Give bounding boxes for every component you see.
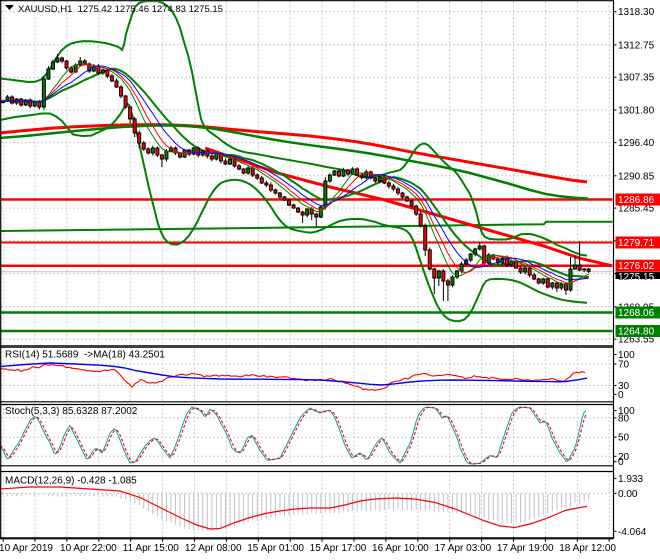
svg-text:1264.80: 1264.80: [618, 327, 655, 338]
svg-text:1268.06: 1268.06: [618, 308, 655, 319]
svg-text:1.933: 1.933: [618, 474, 643, 485]
svg-text:17 Apr 03:00: 17 Apr 03:00: [434, 543, 491, 554]
svg-text:11 Apr 15:00: 11 Apr 15:00: [123, 543, 179, 554]
svg-text:1301.80: 1301.80: [618, 106, 655, 117]
svg-text:1286.86: 1286.86: [618, 195, 655, 206]
svg-text:12 Apr 08:00: 12 Apr 08:00: [185, 543, 242, 554]
svg-text:1279.71: 1279.71: [618, 238, 655, 249]
svg-text:MACD(12,26,9) -0.428 -1.085: MACD(12,26,9) -0.428 -1.085: [5, 476, 137, 487]
svg-text:17 Apr 19:00: 17 Apr 19:00: [497, 543, 554, 554]
svg-text:1296.40: 1296.40: [618, 138, 655, 149]
svg-text:Stoch(5,3,3) 85.6328 87.2002: Stoch(5,3,3) 85.6328 87.2002: [5, 406, 138, 417]
svg-text:RSI(14) 51.5689 ->MA(18) 43.2: RSI(14) 51.5689 ->MA(18) 43.2501: [5, 350, 165, 361]
svg-text:1312.75: 1312.75: [618, 40, 655, 51]
svg-text:70: 70: [618, 360, 630, 371]
svg-text:-4.064: -4.064: [618, 527, 647, 538]
svg-text:15 Apr 17:00: 15 Apr 17:00: [310, 543, 367, 554]
svg-text:XAUUSD,H1 1275.42 1275.46 127: XAUUSD,H1 1275.42 1275.46 1274.83 1275.1…: [18, 4, 223, 15]
svg-text:18 Apr 12:00: 18 Apr 12:00: [559, 543, 616, 554]
svg-text:0: 0: [618, 457, 624, 468]
svg-text:1290.85: 1290.85: [618, 171, 655, 182]
svg-text:1307.35: 1307.35: [618, 73, 655, 84]
svg-text:50: 50: [618, 433, 630, 444]
svg-text:0.00: 0.00: [618, 489, 638, 500]
svg-text:10 Apr 2019: 10 Apr 2019: [0, 543, 53, 554]
svg-text:1276.02: 1276.02: [618, 261, 655, 272]
svg-text:0: 0: [618, 390, 624, 401]
svg-text:80: 80: [618, 413, 630, 424]
svg-text:15 Apr 01:00: 15 Apr 01:00: [247, 543, 304, 554]
svg-text:10 Apr 22:00: 10 Apr 22:00: [60, 543, 117, 554]
svg-text:1318.30: 1318.30: [618, 7, 655, 18]
svg-text:16 Apr 10:00: 16 Apr 10:00: [372, 543, 429, 554]
